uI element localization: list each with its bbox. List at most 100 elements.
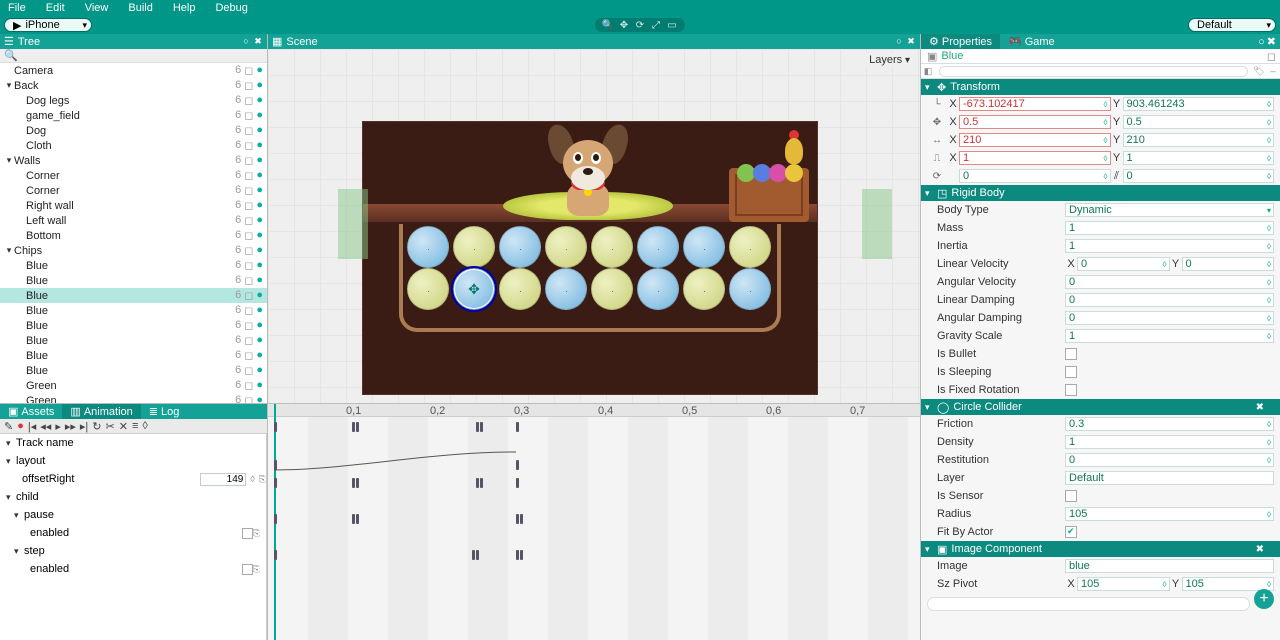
tool-move-icon[interactable]: ✥ xyxy=(617,19,631,31)
tab-log[interactable]: ≣Log xyxy=(141,404,188,419)
pos-y[interactable]: 903.461243◊ xyxy=(1123,97,1275,111)
angdamp[interactable]: 0◊ xyxy=(1065,311,1274,325)
move-gizmo-icon[interactable]: ✥ xyxy=(454,269,494,309)
record-icon[interactable]: ● xyxy=(17,420,24,432)
chip[interactable] xyxy=(637,226,679,268)
rot-a[interactable]: 0◊ xyxy=(959,169,1111,183)
collider-layer[interactable]: Default xyxy=(1065,471,1274,485)
tree-row[interactable]: Cloth6◻● xyxy=(0,138,267,153)
enable-toggle[interactable]: ▣ xyxy=(927,50,937,63)
tag-icon[interactable]: 🏷 xyxy=(1252,66,1266,77)
tree-row[interactable]: Blue6◻● xyxy=(0,288,267,303)
menu-edit[interactable]: Edit xyxy=(46,2,65,14)
rot-b[interactable]: 0◊ xyxy=(1123,169,1275,183)
handle-icon2[interactable]: ⎘ xyxy=(259,474,266,485)
chip[interactable] xyxy=(407,226,449,268)
tab-properties[interactable]: ⚙Properties xyxy=(921,34,1000,49)
step-fwd-icon[interactable]: ▸▸ xyxy=(65,420,76,433)
loop-icon[interactable]: ↻ xyxy=(92,420,101,433)
tree-row[interactable]: Corner6◻● xyxy=(0,168,267,183)
track-pause-enabled[interactable]: enabled ⎘ xyxy=(0,524,266,542)
tab-game[interactable]: 🎮Game xyxy=(1000,34,1063,49)
step-back-icon[interactable]: ◂◂ xyxy=(40,420,51,433)
tree-row[interactable]: Right wall6◻● xyxy=(0,198,267,213)
fit-by-actor[interactable] xyxy=(1065,526,1077,538)
inertia[interactable]: 1◊ xyxy=(1065,239,1274,253)
chip[interactable] xyxy=(591,268,633,310)
remove-icon[interactable]: ✖ xyxy=(1256,544,1264,555)
tree-row[interactable]: Bottom6◻● xyxy=(0,228,267,243)
tree-row[interactable]: ▾Chips6◻● xyxy=(0,243,267,258)
prev-key-icon[interactable]: |◂ xyxy=(28,420,36,433)
tree-row[interactable]: Corner6◻● xyxy=(0,183,267,198)
pivot-x[interactable]: 1◊ xyxy=(959,151,1111,165)
tree-row[interactable]: ▾Walls6◻● xyxy=(0,153,267,168)
gravity[interactable]: 1◊ xyxy=(1065,329,1274,343)
scale-x[interactable]: 0.5◊ xyxy=(959,115,1111,129)
selected-object-name[interactable]: ▣ Blue ◻ xyxy=(921,49,1280,64)
handle-icon[interactable]: ⎘ xyxy=(253,528,260,539)
handle-icon[interactable]: ◊ xyxy=(250,474,254,484)
close-icon[interactable]: ✖ xyxy=(253,36,263,47)
body-type[interactable]: Dynamic▾ xyxy=(1065,203,1274,217)
is-bullet[interactable] xyxy=(1065,348,1077,360)
angvel[interactable]: 0◊ xyxy=(1065,275,1274,289)
chip[interactable] xyxy=(729,226,771,268)
tree-row[interactable]: Green6◻● xyxy=(0,378,267,393)
image-ref[interactable]: blue xyxy=(1065,559,1274,573)
add-component-button[interactable]: + xyxy=(1254,589,1274,609)
tree-row[interactable]: Blue6◻● xyxy=(0,273,267,288)
szpivot-x[interactable]: 105◊ xyxy=(1077,577,1170,591)
density[interactable]: 1◊ xyxy=(1065,435,1274,449)
chip[interactable] xyxy=(729,268,771,310)
minimize-icon[interactable]: ○ xyxy=(1258,36,1265,48)
checkbox[interactable] xyxy=(242,528,253,539)
linvel-y[interactable]: 0◊ xyxy=(1182,257,1275,271)
tree-row[interactable]: Dog6◻● xyxy=(0,123,267,138)
timeline-ruler[interactable]: 0,1 0,2 0,3 0,4 0,5 0,6 0,7 xyxy=(268,404,920,417)
chip[interactable] xyxy=(453,226,495,268)
scale-y[interactable]: 0.5◊ xyxy=(1123,115,1275,129)
is-sensor[interactable] xyxy=(1065,490,1077,502)
chip-selected[interactable]: ✥ xyxy=(453,268,495,310)
layout-select[interactable]: Default xyxy=(1188,18,1276,32)
section-transform[interactable]: ▾✥Transform xyxy=(921,79,1280,95)
chip[interactable] xyxy=(591,226,633,268)
tree-row[interactable]: Camera6◻● xyxy=(0,63,267,78)
is-fixed-rot[interactable] xyxy=(1065,384,1077,396)
tree-row[interactable]: Blue6◻● xyxy=(0,333,267,348)
is-sleeping[interactable] xyxy=(1065,366,1077,378)
track-child[interactable]: ▾child xyxy=(0,488,266,506)
tree-row[interactable]: Blue6◻● xyxy=(0,258,267,273)
play-anim-icon[interactable]: ▸ xyxy=(55,420,61,433)
tree-row[interactable]: Left wall6◻● xyxy=(0,213,267,228)
friction[interactable]: 0.3◊ xyxy=(1065,417,1274,431)
tree-row[interactable]: Blue6◻● xyxy=(0,318,267,333)
section-collider[interactable]: ▾◯Circle Collider✖ xyxy=(921,399,1280,415)
chip[interactable] xyxy=(545,226,587,268)
tool-rect-icon[interactable]: ▭ xyxy=(665,19,679,31)
tool-scale-icon[interactable]: ⤢ xyxy=(649,19,663,31)
minimize-icon[interactable]: ○ xyxy=(241,36,251,47)
linvel-x[interactable]: 0◊ xyxy=(1077,257,1170,271)
tab-animation[interactable]: ▥Animation xyxy=(62,404,140,419)
lindamp[interactable]: 0◊ xyxy=(1065,293,1274,307)
section-rigidbody[interactable]: ▾◳Rigid Body xyxy=(921,185,1280,201)
restitution[interactable]: 0◊ xyxy=(1065,453,1274,467)
cut-icon[interactable]: ✂ xyxy=(106,420,115,433)
menu-help[interactable]: Help xyxy=(173,2,196,14)
handle-icon[interactable]: ⎘ xyxy=(253,564,260,575)
tree-row[interactable]: game_field6◻● xyxy=(0,108,267,123)
tree-row[interactable]: Green6◻● xyxy=(0,393,267,403)
chip[interactable] xyxy=(683,226,725,268)
menu-file[interactable]: File xyxy=(8,2,26,14)
animation-track-list[interactable]: ▾Track name ▾layout offsetRight ◊ ⎘ ▾chi… xyxy=(0,434,267,640)
chip[interactable] xyxy=(499,268,541,310)
track-pause[interactable]: ▾pause xyxy=(0,506,266,524)
menu-view[interactable]: View xyxy=(85,2,109,14)
chip[interactable] xyxy=(407,268,449,310)
section-image[interactable]: ▾▣Image Component✖ xyxy=(921,541,1280,557)
tree-row[interactable]: Blue6◻● xyxy=(0,348,267,363)
tag-field[interactable] xyxy=(939,66,1248,77)
tool-search-icon[interactable]: 🔍 xyxy=(601,19,615,31)
